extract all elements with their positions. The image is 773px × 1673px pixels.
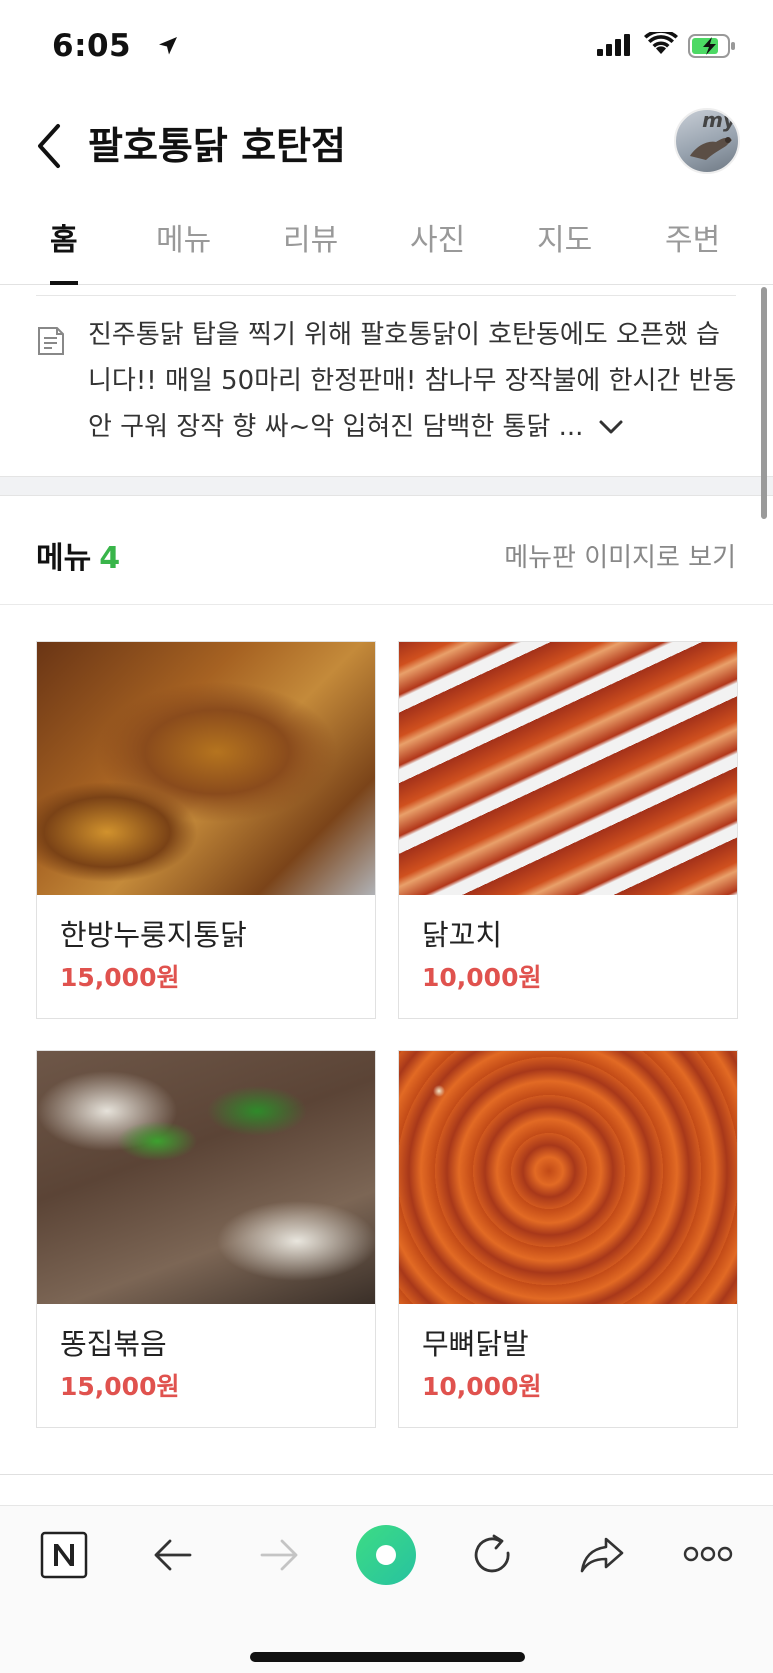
tab-home[interactable]: 홈 bbox=[50, 215, 78, 285]
menu-card[interactable]: 한방누룽지통닭 15,000원 bbox=[36, 641, 376, 1019]
menu-photo bbox=[399, 642, 737, 895]
page-title: 팔호통닭 호탄점 bbox=[88, 124, 346, 168]
description-section[interactable]: 진주통닭 탑을 찍기 위해 팔호통닭이 호탄동에도 오픈했 습니다!! 매일 5… bbox=[0, 296, 773, 476]
menu-count: 4 bbox=[99, 541, 121, 576]
menu-item-name: 똥집볶음 bbox=[60, 1327, 167, 1361]
menu-card[interactable]: 무뼈닭발 10,000원 bbox=[398, 1050, 738, 1428]
tab-photo[interactable]: 사진 bbox=[410, 215, 465, 285]
menu-photo bbox=[37, 1051, 375, 1304]
tab-review[interactable]: 리뷰 bbox=[283, 215, 338, 285]
menu-photo bbox=[399, 1051, 737, 1304]
tab-map[interactable]: 지도 bbox=[537, 215, 592, 285]
avatar-label: my bbox=[702, 108, 736, 132]
menu-title-label: 메뉴 bbox=[36, 541, 92, 576]
tab-label: 메뉴 bbox=[156, 223, 212, 258]
view-menu-board-link[interactable]: 메뉴판 이미지로 보기 bbox=[504, 537, 736, 574]
tab-label: 사진 bbox=[410, 223, 466, 258]
status-bar: 6:05 bbox=[0, 0, 773, 90]
section-separator bbox=[0, 476, 773, 496]
menu-card[interactable]: 똥집볶음 15,000원 bbox=[36, 1050, 376, 1428]
arrow-right-icon[interactable] bbox=[258, 1531, 302, 1583]
tab-nearby[interactable]: 주변 bbox=[665, 215, 720, 285]
tab-label: 주변 bbox=[665, 223, 721, 258]
battery-charging-icon bbox=[688, 34, 736, 62]
menu-item-price: 15,000원 bbox=[60, 1372, 180, 1401]
menu-item-price: 10,000원 bbox=[422, 1372, 542, 1401]
menu-section-title: 메뉴 4 bbox=[36, 533, 120, 577]
tab-label: 지도 bbox=[537, 223, 593, 258]
browser-toolbar bbox=[0, 1505, 773, 1673]
menu-item-price: 15,000원 bbox=[60, 963, 180, 992]
menu-item-name: 무뼈닭발 bbox=[422, 1327, 529, 1361]
description-body: 진주통닭 탑을 찍기 위해 팔호통닭이 호탄동에도 오픈했 습니다!! 매일 5… bbox=[88, 320, 737, 442]
tab-menu[interactable]: 메뉴 bbox=[156, 215, 211, 285]
tab-bar: 홈 메뉴 리뷰 사진 지도 주변 bbox=[0, 205, 773, 285]
naver-n-icon[interactable] bbox=[40, 1531, 88, 1583]
arrow-left-icon[interactable] bbox=[150, 1531, 194, 1583]
menu-item-name: 한방누룽지통닭 bbox=[60, 918, 247, 952]
green-dot-icon[interactable] bbox=[355, 1524, 417, 1590]
document-icon bbox=[37, 326, 65, 360]
header: 팔호통닭 호탄점 my bbox=[0, 100, 773, 200]
tab-label: 홈 bbox=[50, 223, 78, 258]
tab-active-indicator bbox=[50, 281, 78, 285]
avatar[interactable]: my bbox=[674, 108, 740, 174]
status-time: 6:05 bbox=[52, 28, 132, 64]
menu-header: 메뉴 4 메뉴판 이미지로 보기 bbox=[0, 497, 773, 605]
description-text: 진주통닭 탑을 찍기 위해 팔호통닭이 호탄동에도 오픈했 습니다!! 매일 5… bbox=[88, 312, 738, 451]
location-arrow-icon bbox=[156, 34, 180, 62]
menu-photo bbox=[37, 642, 375, 895]
refresh-icon[interactable] bbox=[470, 1531, 516, 1583]
tab-label: 리뷰 bbox=[283, 223, 339, 258]
scrollbar[interactable] bbox=[761, 287, 767, 519]
signal-icon bbox=[597, 34, 631, 60]
more-icon[interactable] bbox=[683, 1544, 733, 1568]
home-indicator[interactable] bbox=[250, 1652, 525, 1662]
wifi-icon bbox=[644, 29, 678, 60]
menu-item-name: 닭꼬치 bbox=[422, 918, 503, 952]
back-chevron-icon[interactable] bbox=[30, 118, 70, 174]
menu-card[interactable]: 닭꼬치 10,000원 bbox=[398, 641, 738, 1019]
divider bbox=[0, 1474, 773, 1475]
menu-item-price: 10,000원 bbox=[422, 963, 542, 992]
share-icon[interactable] bbox=[578, 1531, 626, 1583]
chevron-down-icon[interactable] bbox=[598, 405, 624, 451]
